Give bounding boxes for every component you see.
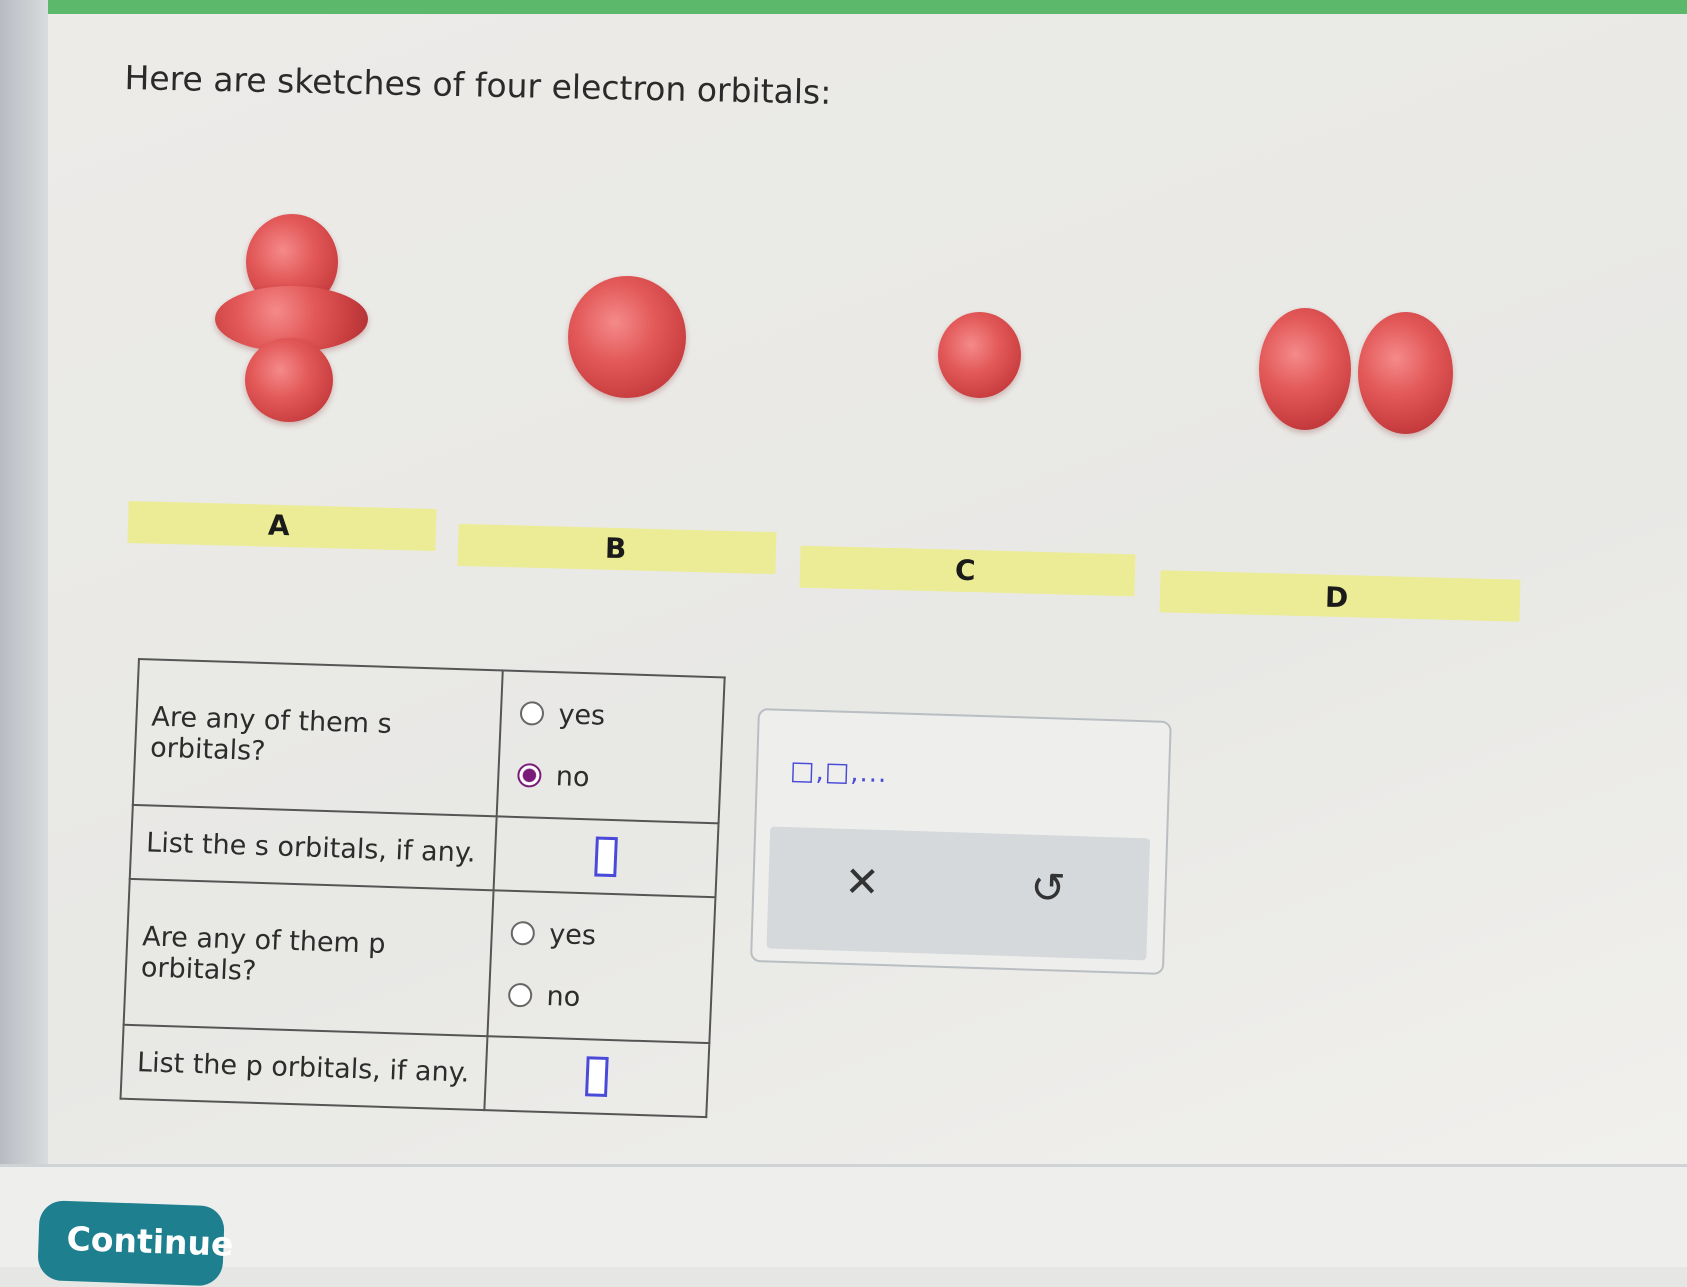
question-list-s: List the s orbitals, if any. — [129, 804, 498, 891]
table-row: Are any of them p orbitals? yes no — [123, 878, 716, 1044]
radio-button[interactable] — [508, 982, 534, 1008]
undo-icon[interactable]: ↺ — [1030, 863, 1067, 913]
s-orbitals-input[interactable] — [594, 836, 619, 878]
radio-option-s-yes[interactable]: yes — [519, 682, 705, 750]
orbital-label-a: A — [127, 500, 437, 552]
radio-option-s-no[interactable]: no — [517, 744, 703, 812]
orbital-label-b: B — [457, 523, 777, 575]
table-row: Are any of them s orbitals? yes no — [132, 659, 725, 824]
toolbox-button-bar: ✕ ↺ — [766, 826, 1151, 961]
radio-button[interactable] — [510, 920, 536, 946]
radio-button-selected[interactable] — [517, 763, 543, 788]
question-list-p: List the p orbitals, if any. — [120, 1024, 488, 1111]
question-table: Are any of them s orbitals? yes no List … — [119, 658, 725, 1118]
continue-button[interactable]: Continue — [37, 1200, 234, 1287]
orbital-c-image — [938, 312, 1021, 398]
p-orbitals-input[interactable] — [585, 1056, 609, 1097]
radio-option-p-no[interactable]: no — [507, 964, 693, 1032]
answer-s-orbitals: yes no — [497, 670, 725, 824]
orbital-label-c: C — [799, 545, 1136, 597]
radio-option-p-yes[interactable]: yes — [510, 902, 696, 970]
radio-button[interactable] — [519, 701, 545, 726]
orbital-b-image — [568, 276, 686, 398]
window-left-edge — [0, 0, 48, 1264]
answer-list-p — [484, 1036, 710, 1118]
list-format-button[interactable]: □,□,... — [790, 756, 888, 789]
answer-list-s — [494, 816, 719, 898]
answer-p-orbitals: yes no — [487, 890, 716, 1044]
answer-toolbox: □,□,... ✕ ↺ — [750, 708, 1172, 975]
x-icon[interactable]: ✕ — [844, 857, 881, 907]
top-progress-bar — [0, 0, 1687, 14]
question-p-orbitals: Are any of them p orbitals? — [123, 878, 495, 1037]
question-s-orbitals: Are any of them s orbitals? — [132, 659, 504, 817]
footer-bar — [0, 1164, 1687, 1267]
